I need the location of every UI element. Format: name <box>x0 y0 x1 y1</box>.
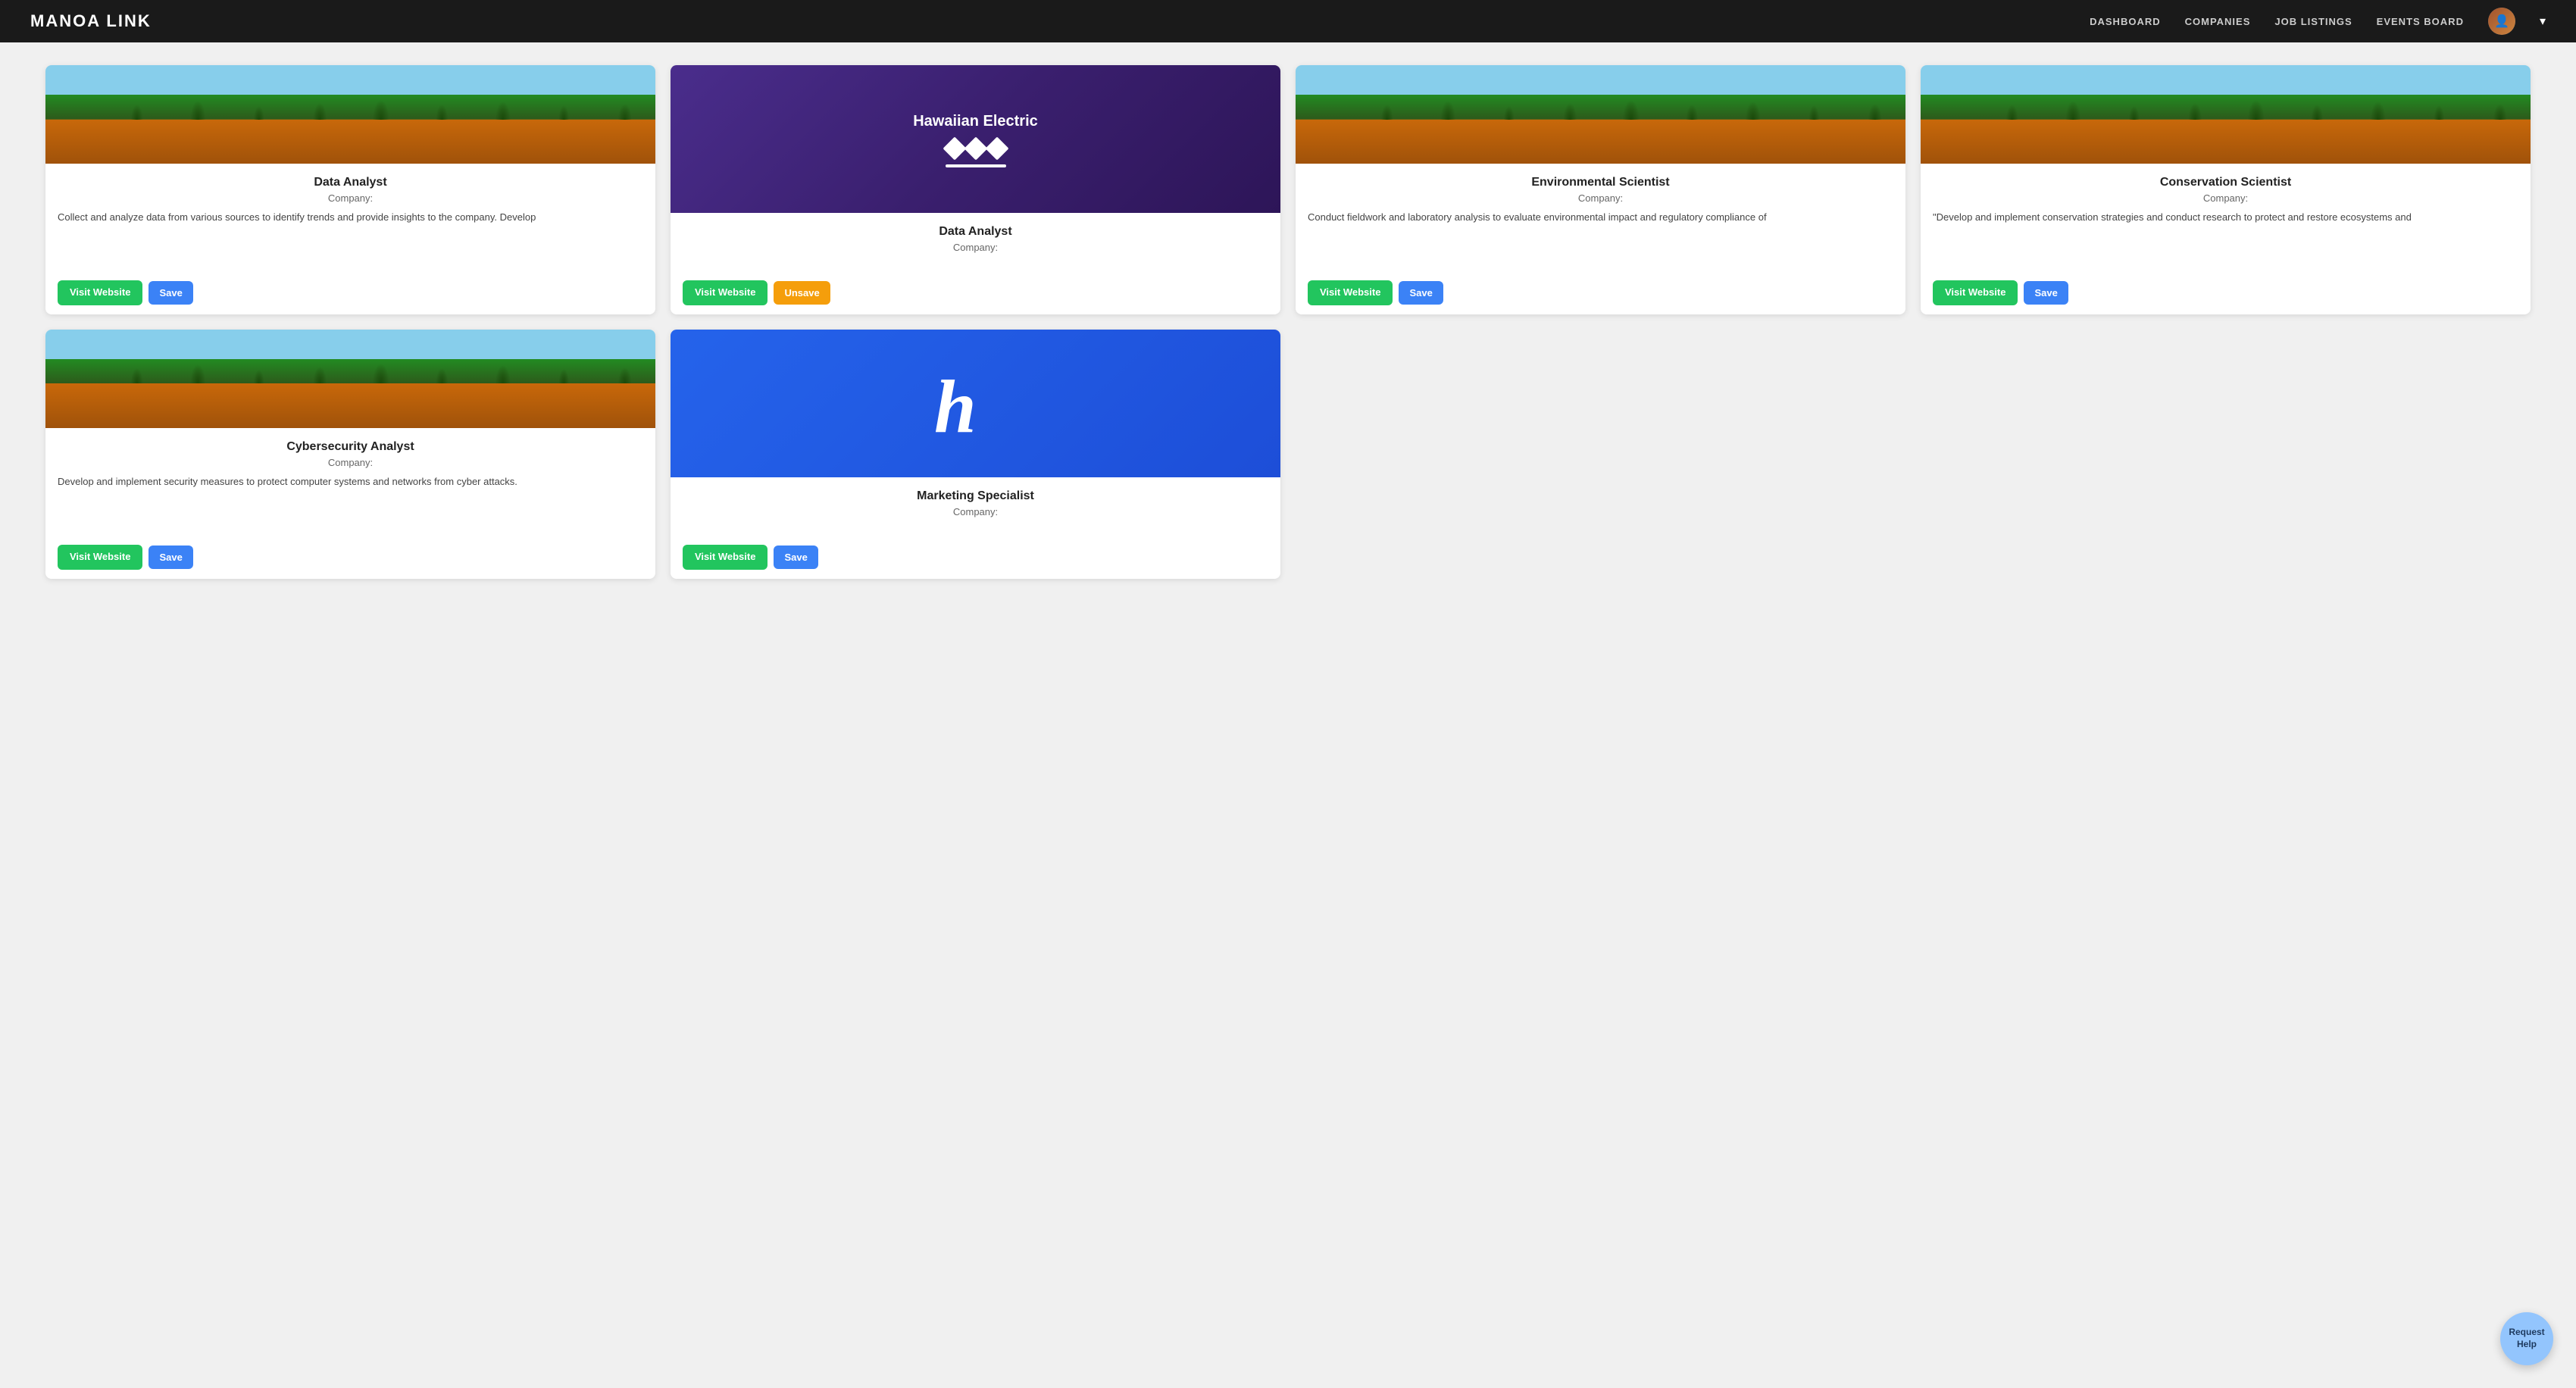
card-company-6: Company: <box>683 506 1268 517</box>
card-actions-5: Visit Website Save <box>45 536 655 579</box>
blue-logo-bg: h <box>671 330 1280 477</box>
card-cybersecurity-analyst: Cybersecurity Analyst Company: Develop a… <box>45 330 655 579</box>
brand-logo: MANOA LINK <box>30 11 152 31</box>
cards-row-1: Data Analyst Company: Collect and analyz… <box>45 65 2531 314</box>
visit-website-button-3[interactable]: Visit Website <box>1308 280 1393 305</box>
card-company-3: Company: <box>1308 192 1893 204</box>
main-content: Data Analyst Company: Collect and analyz… <box>0 42 2576 602</box>
card-company-4: Company: <box>1933 192 2518 204</box>
card-title-3: Environmental Scientist <box>1308 176 1893 189</box>
card-actions-4: Visit Website Save <box>1921 271 2531 314</box>
visit-website-button-5[interactable]: Visit Website <box>58 545 142 570</box>
nav-events-board[interactable]: EVENTS BOARD <box>2377 16 2464 27</box>
hawaiian-electric-title: Hawaiian Electric <box>913 111 1038 131</box>
card-title-6: Marketing Specialist <box>683 489 1268 503</box>
card-body-5: Cybersecurity Analyst Company: Develop a… <box>45 428 655 536</box>
card-actions-6: Visit Website Save <box>671 536 1280 579</box>
visit-website-button-4[interactable]: Visit Website <box>1933 280 2018 305</box>
navbar: MANOA LINK DASHBOARD COMPANIES JOB LISTI… <box>0 0 2576 42</box>
brand-text: MANOA LINK <box>30 11 152 30</box>
nav-job-listings[interactable]: JOB LISTINGS <box>2274 16 2352 27</box>
card-data-analyst-hawaiian: Hawaiian Electric Data Analyst Company: … <box>671 65 1280 314</box>
card-image-nature-1 <box>45 65 655 164</box>
card-body-2: Data Analyst Company: <box>671 213 1280 271</box>
card-body-6: Marketing Specialist Company: <box>671 477 1280 536</box>
hawaiian-electric-logo <box>946 140 1006 167</box>
card-company-5: Company: <box>58 457 643 468</box>
card-description-5: Develop and implement security measures … <box>58 474 643 524</box>
diamond-row-1 <box>946 140 1005 157</box>
save-button-5[interactable]: Save <box>148 546 192 569</box>
card-title-1: Data Analyst <box>58 176 643 189</box>
visit-website-button-2[interactable]: Visit Website <box>683 280 767 305</box>
handshake-logo-icon: h <box>930 352 1021 454</box>
card-title-4: Conservation Scientist <box>1933 176 2518 189</box>
request-help-button[interactable]: Request Help <box>2500 1312 2553 1365</box>
hawaiian-electric-text: Hawaiian Electric <box>913 113 1038 130</box>
save-button-6[interactable]: Save <box>774 546 818 569</box>
avatar-dropdown-arrow[interactable]: ▾ <box>2540 14 2546 29</box>
card-body-1: Data Analyst Company: Collect and analyz… <box>45 164 655 271</box>
card-image-nature-4 <box>1921 65 2531 164</box>
card-actions-3: Visit Website Save <box>1296 271 1905 314</box>
card-conservation-scientist: Conservation Scientist Company: "Develop… <box>1921 65 2531 314</box>
unsave-button-2[interactable]: Unsave <box>774 281 830 305</box>
diamond-1 <box>943 136 966 160</box>
card-actions-1: Visit Website Save <box>45 271 655 314</box>
card-body-3: Environmental Scientist Company: Conduct… <box>1296 164 1905 271</box>
wave-line <box>946 164 1006 167</box>
card-title-5: Cybersecurity Analyst <box>58 440 643 454</box>
nav-links: DASHBOARD COMPANIES JOB LISTINGS EVENTS … <box>2090 8 2546 35</box>
svg-text:h: h <box>934 364 977 443</box>
save-button-3[interactable]: Save <box>1399 281 1443 305</box>
card-image-nature-3 <box>1296 65 1905 164</box>
card-description-4: "Develop and implement conservation stra… <box>1933 210 2518 259</box>
avatar-image: 👤 <box>2488 8 2515 35</box>
card-title-2: Data Analyst <box>683 225 1268 239</box>
hawaiian-electric-logo-bg: Hawaiian Electric <box>671 65 1280 213</box>
card-marketing-specialist: h Marketing Specialist Company: Visit We… <box>671 330 1280 579</box>
card-company-1: Company: <box>58 192 643 204</box>
user-avatar-button[interactable]: 👤 <box>2488 8 2515 35</box>
nav-dashboard[interactable]: DASHBOARD <box>2090 16 2161 27</box>
card-body-4: Conservation Scientist Company: "Develop… <box>1921 164 2531 271</box>
nav-companies[interactable]: COMPANIES <box>2185 16 2251 27</box>
card-description-3: Conduct fieldwork and laboratory analysi… <box>1308 210 1893 259</box>
visit-website-button-6[interactable]: Visit Website <box>683 545 767 570</box>
card-company-2: Company: <box>683 242 1268 253</box>
visit-website-button-1[interactable]: Visit Website <box>58 280 142 305</box>
card-data-analyst-1: Data Analyst Company: Collect and analyz… <box>45 65 655 314</box>
card-environmental-scientist: Environmental Scientist Company: Conduct… <box>1296 65 1905 314</box>
card-image-nature-5 <box>45 330 655 428</box>
diamond-3 <box>985 136 1008 160</box>
diamond-2 <box>964 136 987 160</box>
save-button-4[interactable]: Save <box>2024 281 2068 305</box>
card-actions-2: Visit Website Unsave <box>671 271 1280 314</box>
card-description-1: Collect and analyze data from various so… <box>58 210 643 259</box>
save-button-1[interactable]: Save <box>148 281 192 305</box>
cards-row-2: Cybersecurity Analyst Company: Develop a… <box>45 330 2531 579</box>
